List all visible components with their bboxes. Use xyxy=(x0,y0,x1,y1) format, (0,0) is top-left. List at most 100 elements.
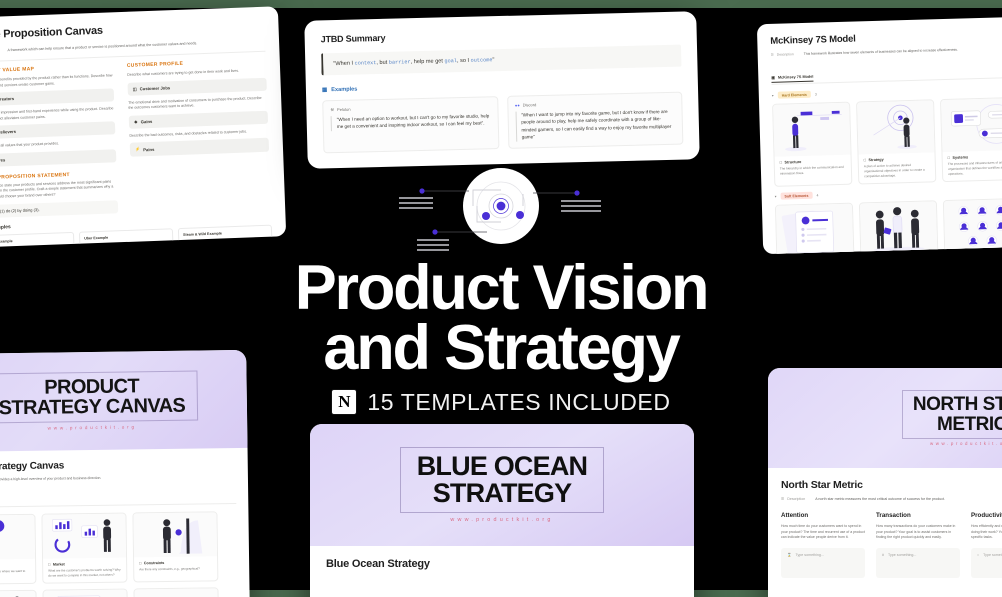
vision-svg xyxy=(0,520,5,532)
page-title: Product Strategy Canvas xyxy=(0,460,65,473)
market-illustration xyxy=(42,513,127,559)
market-svg xyxy=(51,518,112,553)
description-text: This tool provides a high-level overview… xyxy=(0,475,102,482)
hero-title-line1: Product Vision xyxy=(294,253,710,323)
vpc-item-customer-jobs[interactable]: ◫ Customer Jobs xyxy=(127,77,267,96)
productivity-input[interactable]: ○ Type something... xyxy=(971,547,1002,578)
database-icon: ▣ xyxy=(771,75,775,80)
input-placeholder: Type something... xyxy=(983,552,1002,557)
description-row: ☰ Description This framework illustrates… xyxy=(771,45,1002,57)
vpc-item-gains[interactable]: ❖ Gains xyxy=(128,110,269,129)
chevron-down-icon[interactable]: ▾ xyxy=(772,93,774,97)
nsm-column-attention: Attention How much time do your customer… xyxy=(781,512,865,578)
example-brand-row: ●● Discord xyxy=(515,99,675,108)
column-name: Attention xyxy=(781,512,809,519)
example-body: "When I want to jump into my favorite ga… xyxy=(515,107,676,142)
notion-glyph: N xyxy=(338,392,351,412)
orbit-diagram xyxy=(391,160,611,252)
psc-card-constraints[interactable]: □ Constraints Are there any constraints,… xyxy=(132,511,219,583)
nsm-columns: Attention How much time do your customer… xyxy=(781,512,1002,578)
systems-svg xyxy=(950,104,1002,144)
token-outcome: outcome xyxy=(470,57,493,64)
card-desc: Are there any constraints, e.g., geograp… xyxy=(139,566,200,572)
psc-card-value-proposition[interactable]: □ Value Proposition What makes us differ… xyxy=(42,588,129,597)
column-desc: How many transactions do your customers … xyxy=(876,524,956,540)
item-note: Describe the bad outcomes, risks, and ob… xyxy=(129,129,248,138)
example-brand-row: ⚒ Peloton xyxy=(330,103,490,112)
description-text: This framework illustrates how seven ele… xyxy=(803,47,958,56)
grid-icon: ▦ xyxy=(321,87,328,94)
hero-subtitle-row: N 15 TEMPLATES INCLUDED xyxy=(331,389,670,416)
transaction-input[interactable]: # Type something... xyxy=(876,547,960,578)
constraints-illustration xyxy=(133,512,218,558)
strategy-svg xyxy=(873,104,917,149)
psc-card-relative-costs[interactable]: □ Relative Costs Where we can optimize f… xyxy=(0,589,38,597)
examples-heading: Examples xyxy=(331,86,358,94)
psc-card-vision[interactable]: □ Vision What are we capable to get us t… xyxy=(0,513,37,585)
card-name: Constraints xyxy=(143,561,165,566)
strategy-illustration xyxy=(857,100,935,155)
vpc-item-pain-relievers[interactable]: ◈ Pain Relievers xyxy=(0,121,116,140)
vision-illustration xyxy=(0,514,36,560)
nsm-column-productivity: Productivity How efficiently and effecti… xyxy=(971,512,1002,578)
jtbd-summary-card[interactable]: JTBD Summary "When I context, but barrie… xyxy=(304,11,700,169)
hash-icon: # xyxy=(882,552,884,557)
constraints-svg xyxy=(162,518,203,554)
gem-icon: ❖ xyxy=(133,119,138,125)
page-title: JTBD Summary xyxy=(320,32,386,45)
promo-screenshot: Value Proposition Canvas ☰ Description A… xyxy=(0,0,1002,597)
peloton-icon: ⚒ xyxy=(330,107,335,113)
bolt-icon: ⚡ xyxy=(134,146,141,152)
column-desc: How efficiently and effectively are your… xyxy=(971,524,1002,540)
relative-costs-illustration xyxy=(0,590,37,597)
description-row: ☰ Description This tool provides a high-… xyxy=(0,474,236,482)
group-hard-elements[interactable]: ▾ Hard Elements 3 xyxy=(772,84,1002,99)
psc-card-market[interactable]: □ Market What are the customer's problem… xyxy=(41,512,128,584)
example-brand: Peloton xyxy=(336,106,351,113)
page-title: North Star Metric xyxy=(781,479,863,491)
input-placeholder: Type something... xyxy=(795,552,824,557)
page-icon: □ xyxy=(48,562,51,567)
page-title: Blue Ocean Strategy xyxy=(326,558,430,570)
example-card-discord[interactable]: ●● Discord "When I want to jump into my … xyxy=(506,91,684,149)
token-barrier: barrier xyxy=(388,59,411,66)
psc-card-growth-marketing[interactable]: □ Growth & Marketing How will we grow an… xyxy=(133,587,220,597)
jtbd-quote[interactable]: "When I context, but barrier, help me ge… xyxy=(321,44,682,76)
cover-url: www.productkit.org xyxy=(450,517,554,523)
value-proposition-illustration xyxy=(43,589,128,597)
vpc-item-gain-creators[interactable]: ✦ Gain Creators xyxy=(0,88,115,107)
description-text: A north star metric measures the most cr… xyxy=(815,497,946,501)
list-icon: ☰ xyxy=(770,52,774,57)
discord-icon: ●● xyxy=(514,102,520,108)
vpc-item-pains[interactable]: ⚡ Pains xyxy=(129,137,270,158)
description-label-group: ☰ Description xyxy=(770,52,794,57)
cover-title-line1: BLUE OCEAN xyxy=(416,451,588,481)
example-body: "When I need an option to workout, but I… xyxy=(330,112,491,132)
psc-body: Product Strategy Canvas ☰ Description Th… xyxy=(0,448,250,597)
card-desc: What are the customer's problems worth s… xyxy=(48,567,121,578)
column-desc: How much time do your customers want to … xyxy=(781,524,865,540)
item-note: Customers first impression and first-han… xyxy=(0,106,114,121)
orbit-svg xyxy=(399,168,601,251)
group-count: 3 xyxy=(814,92,817,97)
cover-url: www.productkit.org xyxy=(929,440,1002,446)
example-brand: Discord xyxy=(522,102,537,108)
item-note: The emotional drive and motivation of co… xyxy=(128,95,262,110)
cover-frame: BLUE OCEAN STRATEGY xyxy=(399,447,605,513)
description-row: ☰ Description A north star metric measur… xyxy=(781,497,1002,501)
value-proposition-svg xyxy=(56,595,101,597)
example-card-peloton[interactable]: ⚒ Peloton "When I need an option to work… xyxy=(322,96,499,154)
blue-ocean-strategy-card[interactable]: BLUE OCEAN STRATEGY www.productkit.org B… xyxy=(310,424,694,597)
hero-subtitle: 15 TEMPLATES INCLUDED xyxy=(367,388,671,415)
tab-mckinsey-7s-model[interactable]: ▣ McKinsey 7S Model xyxy=(771,73,814,83)
cover-url: www.productkit.org xyxy=(47,424,137,432)
token-goal: goal xyxy=(444,58,458,65)
systems-illustration xyxy=(941,97,1002,153)
growth-marketing-illustration xyxy=(134,588,219,597)
quote-prefix: "When I xyxy=(333,60,354,68)
nsm-column-transaction: Transaction How many transactions do you… xyxy=(876,512,960,578)
token-context: context xyxy=(354,60,377,67)
attention-input[interactable]: ⌛ Type something... xyxy=(781,547,865,578)
quote-seg: " xyxy=(492,57,495,64)
examples-heading-row: ▦ Examples xyxy=(322,79,682,94)
